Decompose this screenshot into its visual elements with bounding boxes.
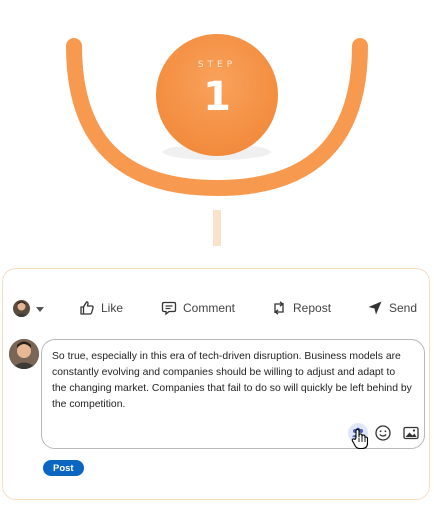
emoji-icon <box>375 425 391 441</box>
step-number: 1 <box>203 74 231 120</box>
send-button[interactable]: Send <box>367 299 417 317</box>
hand-cursor-icon <box>351 428 369 455</box>
comment-icon <box>161 301 177 316</box>
comment-text[interactable]: So true, especially in this era of tech-… <box>52 349 412 413</box>
like-label: Like <box>101 301 124 315</box>
post-button[interactable]: Post <box>43 460 84 476</box>
comment-button[interactable]: Comment <box>161 299 235 317</box>
step-label: STEP <box>197 60 237 70</box>
repost-label: Repost <box>293 301 332 315</box>
image-button[interactable] <box>402 424 420 442</box>
avatar[interactable] <box>13 300 30 317</box>
send-label: Send <box>389 301 418 315</box>
repost-icon <box>274 301 284 315</box>
commenter-avatar <box>9 339 39 369</box>
like-button[interactable]: Like <box>79 299 123 317</box>
chevron-down-icon[interactable] <box>36 307 44 312</box>
comment-label: Comment <box>183 301 236 315</box>
like-icon <box>80 301 94 315</box>
send-icon <box>368 301 382 315</box>
emoji-button[interactable] <box>374 424 392 442</box>
image-icon <box>403 426 419 440</box>
step-arc-graphic <box>66 34 368 246</box>
step-graphic: STEP 1 <box>0 0 434 250</box>
repost-button[interactable]: Repost <box>271 299 331 317</box>
action-bar: Like Comment Repost Send <box>3 293 431 323</box>
comment-card: Like Comment Repost Send So true, especi… <box>2 268 430 500</box>
